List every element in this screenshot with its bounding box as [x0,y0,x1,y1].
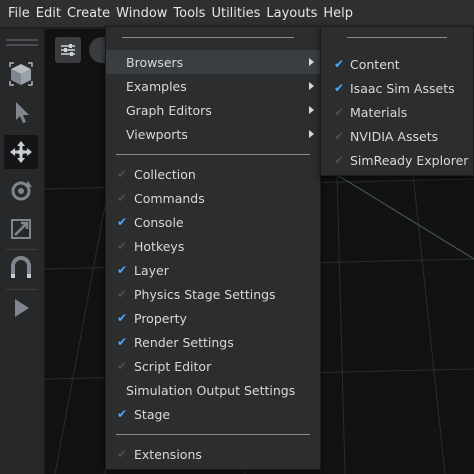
create-cube-tool[interactable] [4,57,38,91]
submenu-viewports[interactable]: Viewports [106,122,320,146]
check-icon: ✔ [116,407,128,421]
menu-layouts[interactable]: Layouts [263,0,320,28]
submenu-label: Graph Editors [126,102,212,118]
check-icon: ✔ [116,335,128,349]
menu-help[interactable]: Help [320,0,356,28]
chevron-right-icon [309,82,314,90]
menu-edit[interactable]: Edit [33,0,64,28]
menu-separator [116,434,310,435]
submenu-label: Examples [126,78,187,94]
browser-item-isaac-sim-assets[interactable]: ✔ Isaac Sim Assets [321,76,473,100]
check-icon: ✔ [333,57,345,71]
menu-item-console[interactable]: ✔ Console [106,210,320,234]
menu-item-label: Commands [134,190,205,206]
check-icon: ✔ [116,191,128,205]
scale-icon [11,219,31,239]
submenu-label: Browsers [126,54,184,70]
play-icon [15,299,29,317]
check-icon: ✔ [333,105,345,119]
rotate-tool[interactable] [4,174,38,208]
toolbar-divider [6,249,38,250]
menu-item-label: Materials [350,104,408,120]
check-icon: ✔ [116,359,128,373]
snap-tool[interactable] [4,251,38,285]
menu-separator [116,154,310,155]
toolbar-grip[interactable] [6,44,38,46]
menu-item-label: Collection [134,166,196,182]
menu-item-label: Extensions [134,446,202,462]
snap-magnet-icon [11,256,31,278]
menu-item-commands[interactable]: ✔ Commands [106,186,320,210]
browsers-submenu: ✔ Content ✔ Isaac Sim Assets ✔ Materials… [320,26,474,176]
menu-item-hotkeys[interactable]: ✔ Hotkeys [106,234,320,258]
scale-tool[interactable] [4,212,38,246]
check-icon: ✔ [333,81,345,95]
submenu-examples[interactable]: Examples [106,74,320,98]
check-icon: ✔ [333,153,345,167]
viewport-settings-button[interactable] [55,37,81,63]
browser-item-content[interactable]: ✔ Content [321,52,473,76]
menu-tools[interactable]: Tools [170,0,208,28]
menu-item-label: Console [134,214,184,230]
menu-separator [122,37,294,38]
menu-item-label: Hotkeys [134,238,185,254]
menu-item-label: Script Editor [134,358,212,374]
menu-item-stage[interactable]: ✔ Stage [106,402,320,426]
menu-item-label: Stage [134,406,171,422]
rotate-icon [11,181,32,201]
menu-item-label: Layer [134,262,169,278]
menu-file[interactable]: File [5,0,33,28]
chevron-right-icon [309,106,314,114]
submenu-label: Viewports [126,126,188,142]
select-arrow-icon [16,102,29,123]
check-icon: ✔ [333,129,345,143]
menu-item-label: Simulation Output Settings [126,382,296,398]
menu-item-render-settings[interactable]: ✔ Render Settings [106,330,320,354]
menu-item-label: Isaac Sim Assets [350,80,455,96]
move-tool[interactable] [4,135,38,169]
check-icon: ✔ [116,311,128,325]
menu-create[interactable]: Create [64,0,113,28]
menu-item-label: Property [134,310,187,326]
chevron-right-icon [309,130,314,138]
check-icon: ✔ [116,239,128,253]
menu-item-layer[interactable]: ✔ Layer [106,258,320,282]
menu-item-label: SimReady Explorer [350,152,469,168]
cube-icon [9,62,33,86]
check-icon: ✔ [116,263,128,277]
menu-item-label: Physics Stage Settings [134,286,276,302]
browser-item-simready-explorer[interactable]: ✔ SimReady Explorer [321,148,473,172]
select-tool[interactable] [4,95,38,129]
menu-item-collection[interactable]: ✔ Collection [106,162,320,186]
menu-item-script-editor[interactable]: ✔ Script Editor [106,354,320,378]
toolbar-divider [6,289,38,290]
menu-item-label: NVIDIA Assets [350,128,439,144]
window-menu: Browsers Examples Graph Editors Viewport… [105,26,321,470]
settings-sliders-icon [61,44,75,56]
check-icon: ✔ [116,447,128,461]
play-tool[interactable] [4,291,38,325]
toolbar-grip[interactable] [6,39,38,41]
browser-item-nvidia-assets[interactable]: ✔ NVIDIA Assets [321,124,473,148]
check-icon: ✔ [116,287,128,301]
check-icon: ✔ [116,167,128,181]
menu-utilities[interactable]: Utilities [208,0,263,28]
submenu-browsers[interactable]: Browsers [106,50,320,74]
menubar: File Edit Create Window Tools Utilities … [0,0,474,28]
check-icon: ✔ [116,215,128,229]
menu-item-property[interactable]: ✔ Property [106,306,320,330]
browser-item-materials[interactable]: ✔ Materials [321,100,473,124]
submenu-graph-editors[interactable]: Graph Editors [106,98,320,122]
menu-item-extensions[interactable]: ✔ Extensions [106,442,320,466]
move-icon [10,141,32,163]
menu-window[interactable]: Window [113,0,170,28]
menu-item-label: Render Settings [134,334,234,350]
menu-item-physics-stage-settings[interactable]: ✔ Physics Stage Settings [106,282,320,306]
menu-item-label: Content [350,56,400,72]
menu-separator [347,37,447,38]
chevron-right-icon [309,58,314,66]
menu-item-simulation-output-settings[interactable]: Simulation Output Settings [106,378,320,402]
left-toolbar [0,29,45,474]
